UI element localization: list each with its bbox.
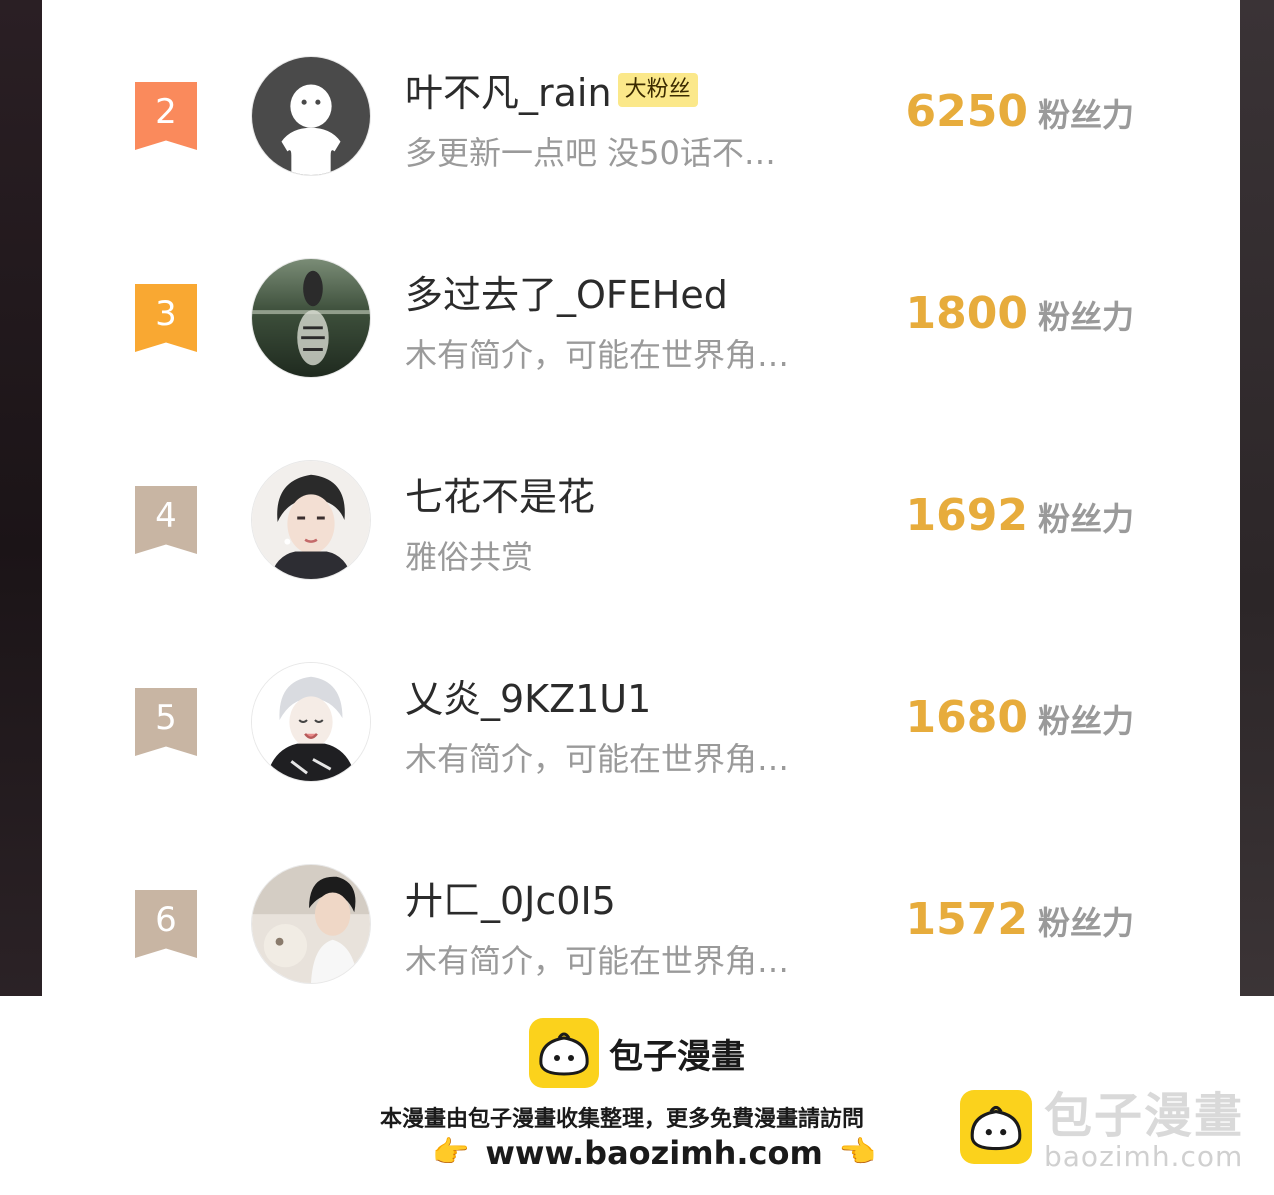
fan-power-score: 1680 粉丝力 [906, 692, 1134, 743]
score-unit: 粉丝力 [1037, 904, 1134, 942]
user-bio: 木有简介，可能在世界角… [405, 336, 790, 374]
white-hair-anime-avatar[interactable] [251, 662, 371, 782]
left-background-strip [0, 0, 42, 996]
user-name[interactable]: 七花不是花 [405, 466, 595, 521]
rank-badge: 6 [135, 890, 197, 958]
user-name-text[interactable]: 廾匚_0Jc0I5 [405, 870, 616, 925]
watermark-title: 包子漫畫 [1044, 1088, 1245, 1144]
anime-boy-avatar[interactable] [251, 460, 371, 580]
brand-name: 包子漫畫 [609, 1036, 745, 1077]
baozi-watermark-icon [960, 1090, 1032, 1164]
site-link[interactable]: 👉 www.baozimh.com 👈 [432, 1134, 876, 1172]
user-name[interactable]: 乂炎_9KZ1U1 [405, 668, 651, 723]
credit-text: 本漫畫由包子漫畫收集整理，更多免費漫畫請訪問 [380, 1107, 865, 1132]
pointing-right-hand-icon: 👉 [432, 1135, 470, 1170]
leaderboard-row[interactable]: 2 叶不凡_rain 大粉丝 多更新一点吧 没50话不… 6250 粉丝力 [42, 56, 1240, 206]
rank-badge: 4 [135, 486, 197, 554]
baozi-logo-icon [529, 1018, 599, 1088]
score-unit: 粉丝力 [1037, 96, 1134, 134]
fan-power-score: 1692 粉丝力 [906, 490, 1134, 541]
fan-power-score: 1800 粉丝力 [906, 288, 1134, 339]
fan-level-badge: 大粉丝 [617, 72, 698, 107]
score-value: 1692 [905, 490, 1028, 541]
fan-power-score: 1572 粉丝力 [906, 894, 1134, 945]
score-unit: 粉丝力 [1037, 298, 1134, 336]
user-name-text[interactable]: 乂炎_9KZ1U1 [405, 668, 651, 723]
pointing-left-hand-icon: 👈 [838, 1135, 877, 1170]
user-name-text[interactable]: 叶不凡_rain [405, 62, 612, 117]
rank-badge: 3 [135, 284, 197, 352]
user-bio: 木有简介，可能在世界角… [405, 942, 790, 980]
score-value: 6250 [905, 86, 1028, 137]
watermark: 包子漫畫 baozimh.com [960, 1090, 1244, 1172]
user-name[interactable]: 多过去了_OFEHed [405, 264, 728, 319]
score-value: 1680 [905, 692, 1028, 743]
score-value: 1572 [905, 894, 1028, 945]
leaderboard-row[interactable]: 6 廾匚_0Jc0I5 木有简介，可能在世界角… 1572 粉丝力 [42, 864, 1240, 1014]
score-unit: 粉丝力 [1037, 500, 1134, 538]
fan-power-score: 6250 粉丝力 [906, 86, 1134, 137]
user-name[interactable]: 廾匚_0Jc0I5 [405, 870, 616, 925]
user-bio: 雅俗共赏 [405, 538, 534, 576]
user-bio: 多更新一点吧 没50话不… [405, 134, 776, 172]
leaderboard-row[interactable]: 3 多过去了_OFEHed 木有简介，可能在世界角… 1800 粉丝力 [42, 258, 1240, 408]
user-bio: 木有简介，可能在世界角… [405, 740, 790, 778]
default-avatar-icon[interactable] [251, 56, 371, 176]
tiger-reflection-avatar[interactable] [251, 258, 371, 378]
boy-photo-avatar[interactable] [251, 864, 371, 984]
leaderboard-panel: 2 叶不凡_rain 大粉丝 多更新一点吧 没50话不… 6250 粉丝力 3 [42, 0, 1240, 996]
rank-badge: 2 [135, 82, 197, 150]
site-url[interactable]: www.baozimh.com [485, 1134, 822, 1172]
leaderboard-row[interactable]: 5 乂炎_9KZ1U1 木有简介，可能在世界角… 1680 粉丝力 [42, 662, 1240, 812]
user-name-text[interactable]: 七花不是花 [405, 466, 595, 521]
rank-badge: 5 [135, 688, 197, 756]
user-name-text[interactable]: 多过去了_OFEHed [405, 264, 728, 319]
score-unit: 粉丝力 [1037, 702, 1134, 740]
right-background-strip [1240, 0, 1274, 996]
footer-brand[interactable]: 包子漫畫 [529, 1018, 745, 1088]
score-value: 1800 [905, 288, 1028, 339]
user-name[interactable]: 叶不凡_rain 大粉丝 [405, 62, 698, 117]
watermark-subtitle: baozimh.com [1044, 1140, 1244, 1173]
leaderboard-row[interactable]: 4 七花不是花 雅俗共赏 1692 粉丝力 [42, 460, 1240, 610]
